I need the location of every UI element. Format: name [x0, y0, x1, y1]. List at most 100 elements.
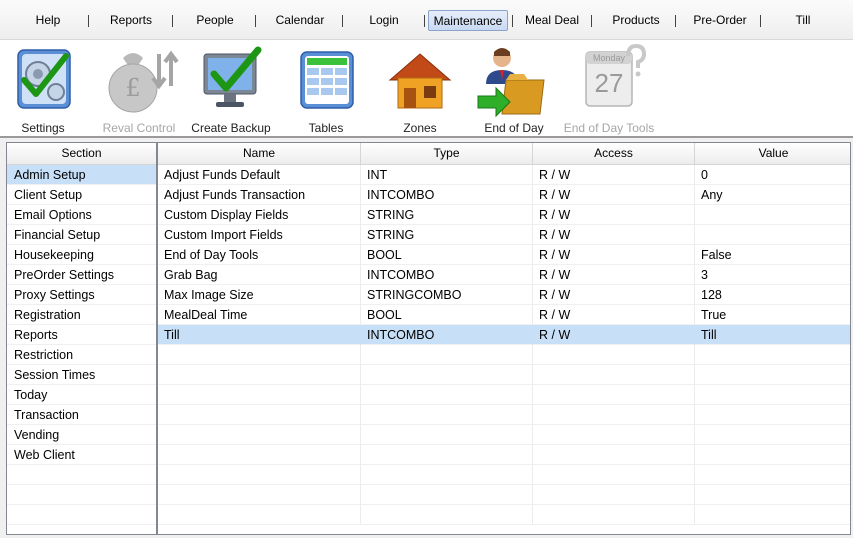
section-item-registration[interactable]: Registration	[7, 305, 156, 325]
section-item-preorder-settings[interactable]: PreOrder Settings	[7, 265, 156, 285]
empty-cell	[158, 345, 361, 365]
section-item-housekeeping[interactable]: Housekeeping	[7, 245, 156, 265]
menu-calendar[interactable]: Calendar	[268, 10, 332, 31]
menu-meal-deal[interactable]: Meal Deal	[518, 10, 586, 31]
cell-access[interactable]: R / W	[533, 325, 695, 345]
menu-pre-order[interactable]: Pre-Order	[688, 10, 752, 31]
table-row[interactable]: Max Image Size STRINGCOMBO R / W 128	[158, 285, 850, 305]
menu-till[interactable]: Till	[775, 10, 831, 31]
cell-value[interactable]: True	[695, 305, 850, 325]
cell-type[interactable]: STRINGCOMBO	[361, 285, 533, 305]
reval-control-button[interactable]: £ Reval Control	[93, 44, 185, 136]
reval-control-label: Reval Control	[102, 121, 176, 135]
create-backup-label: Create Backup	[191, 121, 271, 135]
table-row[interactable]: Custom Display Fields STRING R / W	[158, 205, 850, 225]
settings-grid[interactable]: Name Type Access Value Adjust Funds Defa…	[157, 142, 851, 535]
cell-access[interactable]: R / W	[533, 265, 695, 285]
grid-body: Adjust Funds Default INT R / W 0 Adjust Fund…	[158, 165, 850, 525]
cell-name[interactable]: MealDeal Time	[158, 305, 361, 325]
cell-name[interactable]: Custom Display Fields	[158, 205, 361, 225]
cell-name[interactable]: Max Image Size	[158, 285, 361, 305]
section-item-email-options[interactable]: Email Options	[7, 205, 156, 225]
column-header-access[interactable]: Access	[533, 143, 695, 165]
menu-products[interactable]: Products	[603, 10, 669, 31]
cell-access[interactable]: R / W	[533, 225, 695, 245]
cell-name[interactable]: Adjust Funds Default	[158, 165, 361, 185]
cell-type[interactable]: STRING	[361, 225, 533, 245]
monitor-check-icon	[203, 46, 262, 107]
cell-name[interactable]: Adjust Funds Transaction	[158, 185, 361, 205]
cell-type[interactable]: INT	[361, 165, 533, 185]
end-of-day-tools-button[interactable]: Monday 27 End of Day Tools	[563, 44, 655, 136]
cell-type[interactable]: INTCOMBO	[361, 325, 533, 345]
menu-login[interactable]: Login	[355, 10, 413, 31]
cell-access[interactable]: R / W	[533, 305, 695, 325]
cell-value[interactable]: Any	[695, 185, 850, 205]
table-row[interactable]: MealDeal Time BOOL R / W True	[158, 305, 850, 325]
section-item-transaction[interactable]: Transaction	[7, 405, 156, 425]
cell-value[interactable]: Till	[695, 325, 850, 345]
section-item-today[interactable]: Today	[7, 385, 156, 405]
section-item-admin-setup[interactable]: Admin Setup	[7, 165, 156, 185]
settings-button[interactable]: Settings	[0, 44, 89, 136]
section-item-web-client[interactable]: Web Client	[7, 445, 156, 465]
tables-button[interactable]: Tables	[280, 44, 372, 136]
column-header-value[interactable]: Value	[695, 143, 850, 165]
empty-row	[7, 485, 156, 505]
column-header-name[interactable]: Name	[158, 143, 361, 165]
empty-row	[158, 345, 850, 365]
cell-name[interactable]: Custom Import Fields	[158, 225, 361, 245]
cell-name[interactable]: Till	[158, 325, 361, 345]
cell-name[interactable]: Grab Bag	[158, 265, 361, 285]
cell-type[interactable]: INTCOMBO	[361, 185, 533, 205]
cell-value[interactable]	[695, 205, 850, 225]
table-row[interactable]: End of Day Tools BOOL R / W False	[158, 245, 850, 265]
section-item-session-times[interactable]: Session Times	[7, 365, 156, 385]
cell-name[interactable]: End of Day Tools	[158, 245, 361, 265]
menu-maintenance[interactable]: Maintenance	[428, 10, 508, 31]
cell-access[interactable]: R / W	[533, 245, 695, 265]
cell-value[interactable]: False	[695, 245, 850, 265]
empty-cell	[361, 445, 533, 465]
cell-access[interactable]: R / W	[533, 205, 695, 225]
end-of-day-button[interactable]: End of Day	[468, 44, 560, 136]
cell-type[interactable]: BOOL	[361, 305, 533, 325]
table-row[interactable]: Adjust Funds Default INT R / W0	[158, 165, 850, 185]
cell-value[interactable]: 0	[695, 165, 850, 185]
empty-row	[158, 365, 850, 385]
table-row[interactable]: Till INTCOMBO R / W Till	[158, 325, 850, 345]
empty-cell	[361, 345, 533, 365]
cell-value[interactable]	[695, 225, 850, 245]
cell-access[interactable]: R / W	[533, 165, 695, 185]
section-item-vending[interactable]: Vending	[7, 425, 156, 445]
section-item-proxy-settings[interactable]: Proxy Settings	[7, 285, 156, 305]
menu-people[interactable]: People	[185, 10, 245, 31]
cell-access[interactable]: R / W	[533, 285, 695, 305]
cell-value[interactable]: 3	[695, 265, 850, 285]
cell-type[interactable]: INTCOMBO	[361, 265, 533, 285]
empty-row	[158, 505, 850, 525]
table-row[interactable]: Grab Bag INTCOMBO R / W3	[158, 265, 850, 285]
section-item-reports[interactable]: Reports	[7, 325, 156, 345]
settings-icon	[17, 49, 71, 109]
table-row[interactable]: Custom Import Fields STRING R / W	[158, 225, 850, 245]
section-item-financial-setup[interactable]: Financial Setup	[7, 225, 156, 245]
section-item-restriction[interactable]: Restriction	[7, 345, 156, 365]
cell-type[interactable]: BOOL	[361, 245, 533, 265]
menu-separator	[88, 15, 89, 27]
empty-cell	[361, 425, 533, 445]
column-header-type[interactable]: Type	[361, 143, 533, 165]
section-list[interactable]: Section Admin Setup Client Setup Email O…	[6, 142, 157, 535]
section-header[interactable]: Section	[7, 143, 156, 165]
cell-access[interactable]: R / W	[533, 185, 695, 205]
empty-row	[158, 445, 850, 465]
cell-value[interactable]: 128	[695, 285, 850, 305]
table-row[interactable]: Adjust Funds Transaction INTCOMBO R / W Any	[158, 185, 850, 205]
empty-cell	[361, 365, 533, 385]
section-item-client-setup[interactable]: Client Setup	[7, 185, 156, 205]
zones-button[interactable]: Zones	[374, 44, 466, 136]
cell-type[interactable]: STRING	[361, 205, 533, 225]
create-backup-button[interactable]: Create Backup	[185, 44, 277, 136]
menu-help[interactable]: Help	[20, 10, 76, 31]
menu-reports[interactable]: Reports	[100, 10, 162, 31]
